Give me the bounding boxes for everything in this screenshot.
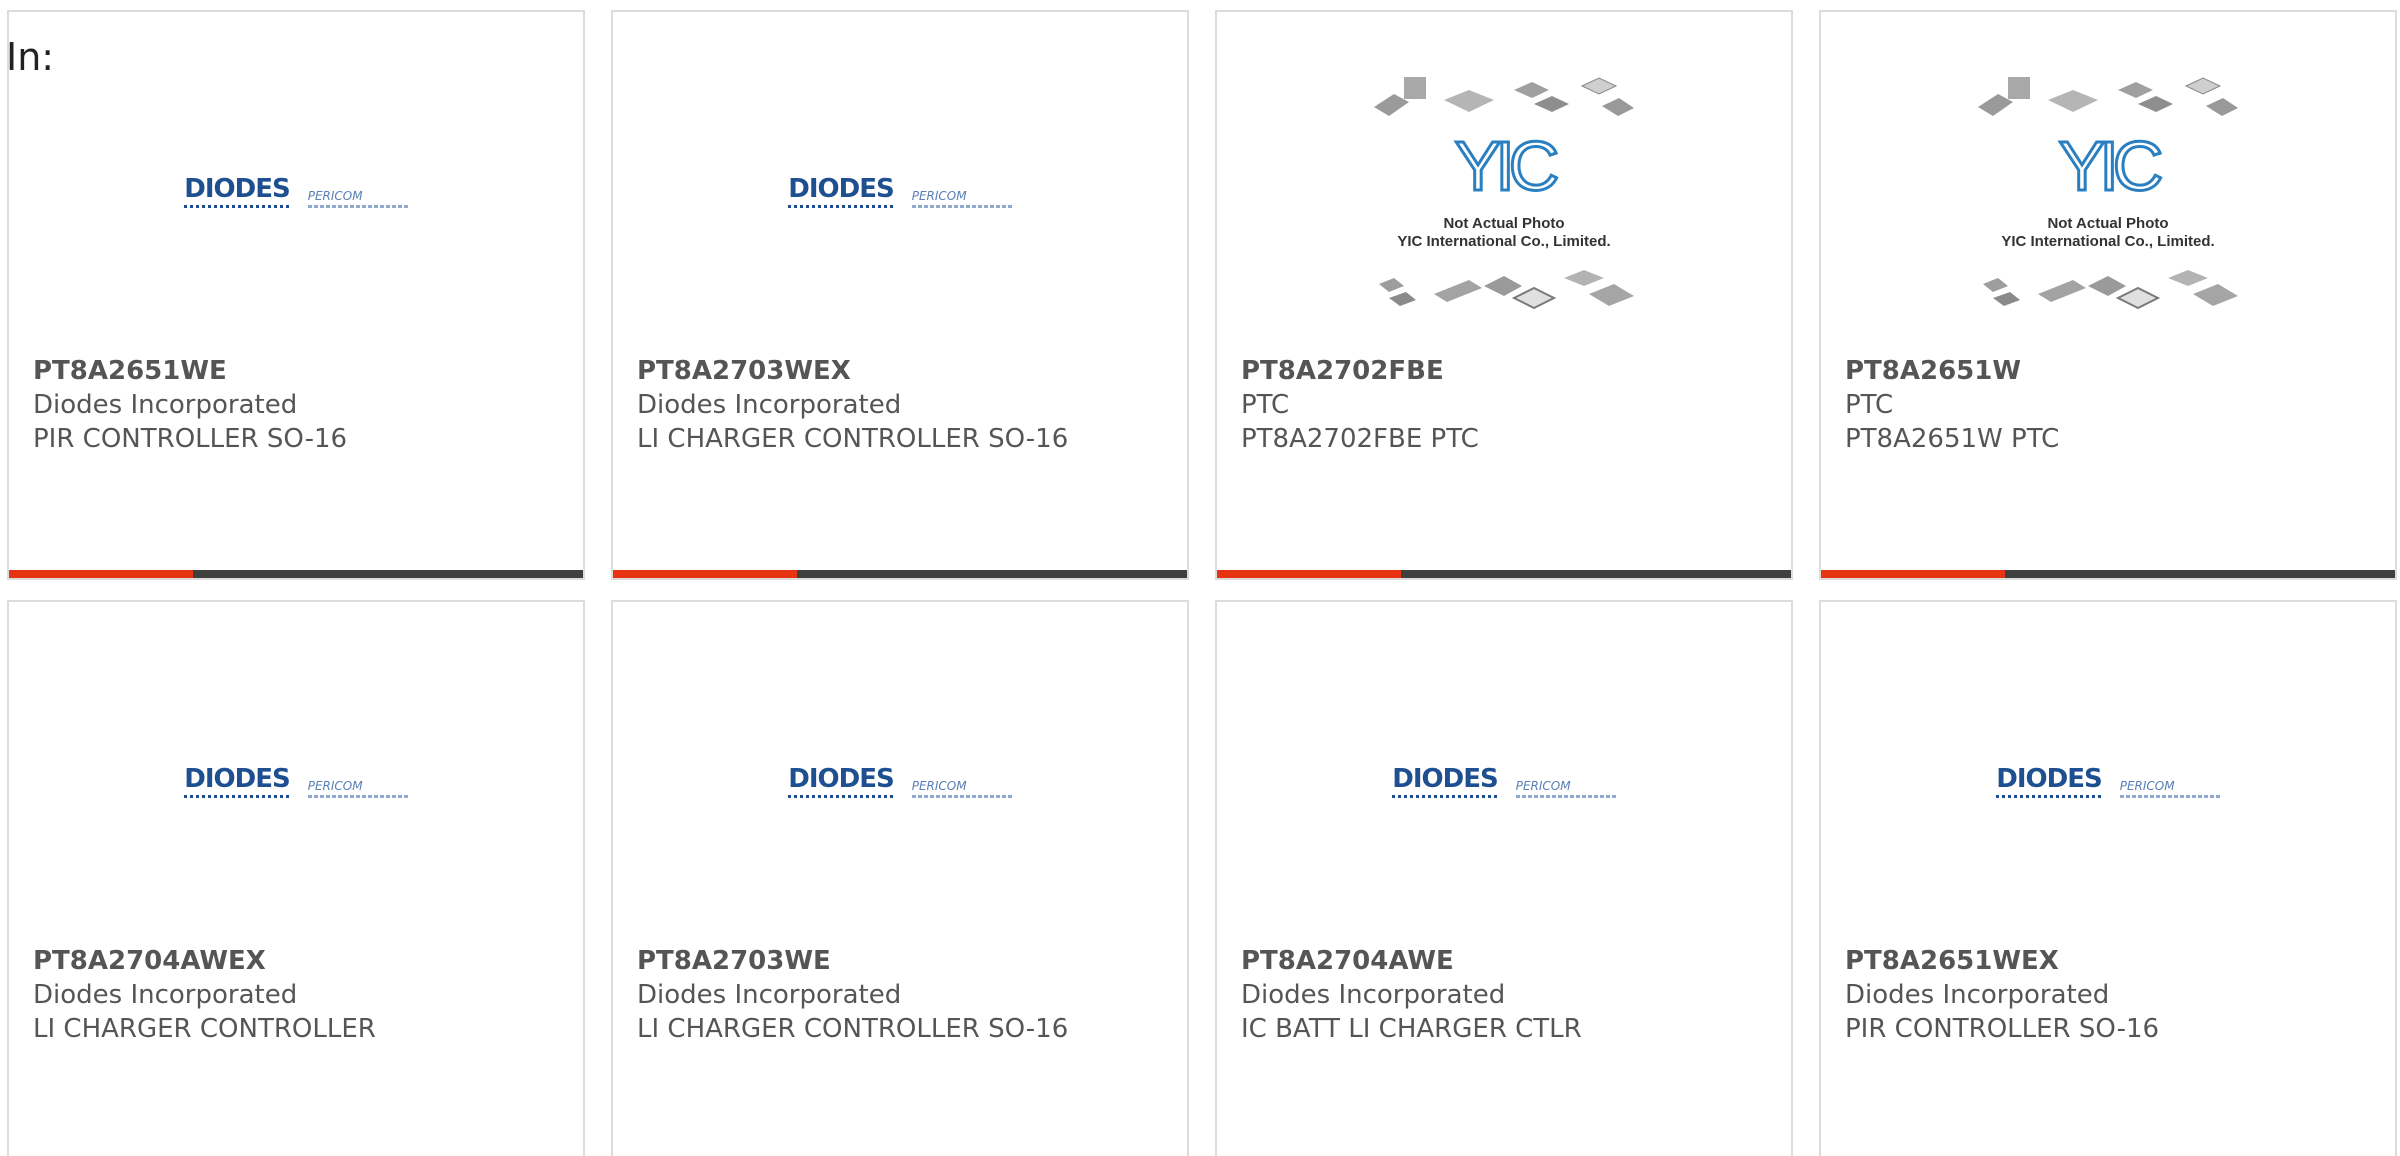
product-image-diodes-logo[interactable]: DIODES PERICOM — [9, 662, 583, 902]
yic-logo: YIC — [1453, 127, 1561, 206]
manufacturer-name: PTC — [1845, 390, 1894, 420]
chip-packages-icon — [1978, 77, 2238, 116]
product-info: PT8A2704AWE Diodes Incorporated IC BATT … — [1241, 944, 1781, 1046]
product-description: LI CHARGER CONTROLLER — [33, 1014, 376, 1044]
in-label: In: — [6, 35, 55, 79]
part-number[interactable]: PT8A2651WEX — [1845, 944, 2385, 978]
manufacturer-name: Diodes Incorporated — [33, 980, 298, 1010]
yic-logo: YIC — [2057, 127, 2165, 206]
product-description: PT8A2651W PTC — [1845, 424, 2060, 454]
diodes-logo: DIODES PERICOM — [788, 766, 1012, 798]
diodes-logo: DIODES PERICOM — [1996, 766, 2220, 798]
part-number[interactable]: PT8A2704AWE — [1241, 944, 1781, 978]
product-info: PT8A2703WE Diodes Incorporated LI CHARGE… — [637, 944, 1177, 1046]
card-accent-bar — [1217, 570, 1791, 578]
part-number[interactable]: PT8A2651W — [1845, 354, 2385, 388]
product-card[interactable]: DIODES PERICOM PT8A2651WEX Diodes Incorp… — [1819, 600, 2397, 1156]
diodes-logo: DIODES PERICOM — [788, 176, 1012, 208]
card-accent-bar — [1821, 570, 2395, 578]
product-description: LI CHARGER CONTROLLER SO-16 — [637, 1014, 1069, 1044]
product-card[interactable]: DIODES PERICOM PT8A2651WE Diodes Incorpo… — [7, 10, 585, 580]
product-grid-page: In: DIODES PERICOM PT8A2651WE Diodes Inc… — [0, 0, 2400, 1156]
product-description: LI CHARGER CONTROLLER SO-16 — [637, 424, 1069, 454]
yic-placeholder-image: YIC Not Actual Photo YIC International C… — [1364, 72, 1644, 312]
product-card[interactable]: DIODES PERICOM PT8A2703WE Diodes Incorpo… — [611, 600, 1189, 1156]
product-card[interactable]: YIC Not Actual Photo YIC International C… — [1819, 10, 2397, 580]
part-number[interactable]: PT8A2704AWEX — [33, 944, 573, 978]
card-accent-bar — [613, 570, 1187, 578]
chip-packages-icon — [1374, 77, 1634, 116]
product-image-diodes-logo[interactable]: DIODES PERICOM — [9, 72, 583, 312]
product-description: PIR CONTROLLER SO-16 — [33, 424, 348, 454]
product-image-diodes-logo[interactable]: DIODES PERICOM — [613, 72, 1187, 312]
product-info: PT8A2703WEX Diodes Incorporated LI CHARG… — [637, 354, 1177, 456]
manufacturer-name: PTC — [1241, 390, 1290, 420]
diodes-logo: DIODES PERICOM — [184, 766, 408, 798]
manufacturer-name: Diodes Incorporated — [33, 390, 298, 420]
yic-placeholder-image: YIC Not Actual Photo YIC International C… — [1968, 72, 2248, 312]
card-accent-bar — [9, 570, 583, 578]
chip-packages-icon — [1379, 269, 1634, 310]
product-image-diodes-logo[interactable]: DIODES PERICOM — [1821, 662, 2395, 902]
part-number[interactable]: PT8A2651WE — [33, 354, 573, 388]
product-info: PT8A2704AWEX Diodes Incorporated LI CHAR… — [33, 944, 573, 1046]
yic-disclaimer: Not Actual Photo YIC International Co., … — [1397, 214, 1611, 250]
product-info: PT8A2702FBE PTC PT8A2702FBE PTC — [1241, 354, 1781, 456]
yic-disclaimer: Not Actual Photo YIC International Co., … — [2001, 214, 2215, 250]
product-card[interactable]: DIODES PERICOM PT8A2704AWE Diodes Incorp… — [1215, 600, 1793, 1156]
product-image-yic-placeholder[interactable]: YIC Not Actual Photo YIC International C… — [1821, 72, 2395, 312]
product-description: PT8A2702FBE PTC — [1241, 424, 1479, 454]
chip-packages-icon — [1983, 269, 2238, 310]
product-card[interactable]: YIC Not Actual Photo YIC International C… — [1215, 10, 1793, 580]
product-image-diodes-logo[interactable]: DIODES PERICOM — [1217, 662, 1791, 902]
part-number[interactable]: PT8A2703WE — [637, 944, 1177, 978]
product-description: PIR CONTROLLER SO-16 — [1845, 1014, 2160, 1044]
diodes-logo: DIODES PERICOM — [1392, 766, 1616, 798]
product-image-yic-placeholder[interactable]: YIC Not Actual Photo YIC International C… — [1217, 72, 1791, 312]
part-number[interactable]: PT8A2703WEX — [637, 354, 1177, 388]
manufacturer-name: Diodes Incorporated — [1845, 980, 2110, 1010]
part-number[interactable]: PT8A2702FBE — [1241, 354, 1781, 388]
product-info: PT8A2651WEX Diodes Incorporated PIR CONT… — [1845, 944, 2385, 1046]
product-description: IC BATT LI CHARGER CTLR — [1241, 1014, 1582, 1044]
diodes-logo: DIODES PERICOM — [184, 176, 408, 208]
manufacturer-name: Diodes Incorporated — [637, 390, 902, 420]
manufacturer-name: Diodes Incorporated — [637, 980, 902, 1010]
product-info: PT8A2651WE Diodes Incorporated PIR CONTR… — [33, 354, 573, 456]
product-info: PT8A2651W PTC PT8A2651W PTC — [1845, 354, 2385, 456]
product-card[interactable]: DIODES PERICOM PT8A2704AWEX Diodes Incor… — [7, 600, 585, 1156]
product-card[interactable]: DIODES PERICOM PT8A2703WEX Diodes Incorp… — [611, 10, 1189, 580]
manufacturer-name: Diodes Incorporated — [1241, 980, 1506, 1010]
product-image-diodes-logo[interactable]: DIODES PERICOM — [613, 662, 1187, 902]
